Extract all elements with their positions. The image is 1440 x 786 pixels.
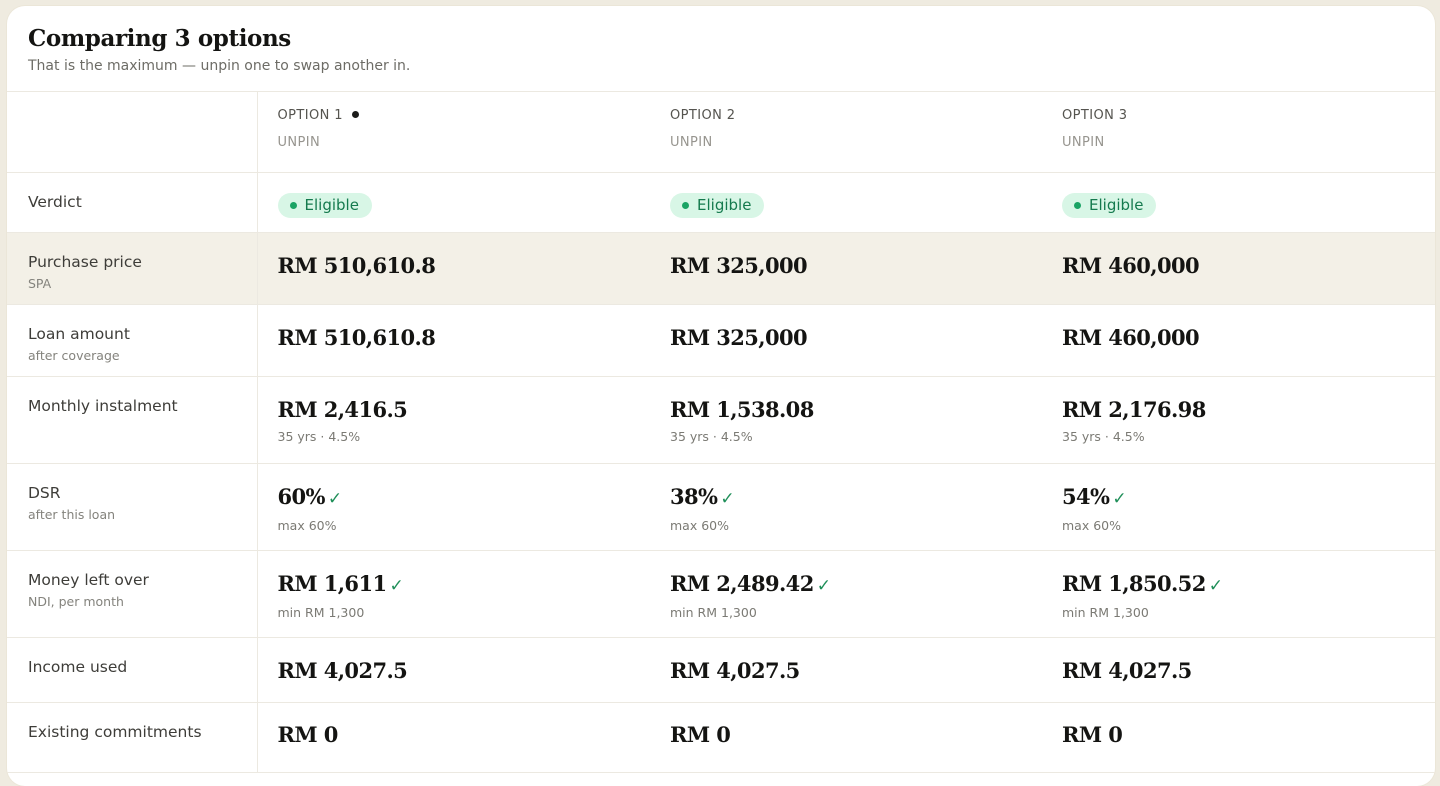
- verdict-label: Verdict: [28, 192, 82, 211]
- option-1-name: OPTION 1: [277, 108, 343, 123]
- existing-commitments-value: RM 0: [1062, 721, 1123, 747]
- ndi-minimum-note: min RM 1,300: [670, 604, 757, 620]
- monthly-instalment-row: Monthly instalment RM 2,416.5 35 yrs · 4…: [7, 376, 1435, 464]
- status-badge-label: Eligible: [697, 196, 752, 214]
- loan-amount-value: RM 325,000: [670, 324, 808, 350]
- check-icon: ✓: [1208, 575, 1223, 596]
- status-badge-label: Eligible: [304, 196, 359, 214]
- income-used-value: RM 4,027.5: [1062, 657, 1192, 683]
- ndi-minimum-note: min RM 1,300: [277, 604, 365, 620]
- check-icon: ✓: [389, 575, 404, 596]
- loan-amount-value: RM 460,000: [1062, 324, 1200, 350]
- existing-commitments-label: Existing commitments: [28, 722, 202, 741]
- money-left-value: RM 1,850.52: [1062, 570, 1206, 596]
- option-3-name: OPTION 3: [1062, 108, 1128, 123]
- loan-amount-label: Loan amount: [28, 324, 130, 343]
- loan-terms-note: 35 yrs · 4.5%: [670, 428, 753, 444]
- option-1-unpin-button[interactable]: UNPIN: [278, 135, 321, 150]
- loan-terms-note: 35 yrs · 4.5%: [277, 428, 361, 444]
- purchase-price-value: RM 460,000: [1062, 252, 1200, 278]
- dsr-value: 38%: [670, 483, 718, 509]
- dsr-value: 54%: [1062, 483, 1110, 509]
- loan-amount-value: RM 510,610.8: [277, 324, 436, 350]
- money-left-label: Money left over: [28, 570, 149, 589]
- dsr-sublabel: after this loan: [28, 506, 116, 522]
- status-badge-label: Eligible: [1089, 196, 1144, 214]
- monthly-instalment-label: Monthly instalment: [28, 396, 178, 415]
- existing-commitments-value: RM 0: [277, 721, 339, 747]
- dsr-limit-note: max 60%: [670, 517, 729, 533]
- money-left-row: Money left over NDI, per month RM 1,611 ✓…: [7, 550, 1435, 638]
- verdict-row: Verdict Eligible Eligible Eligible: [7, 172, 1435, 233]
- status-badge: Eligible: [1062, 192, 1157, 218]
- money-left-value: RM 2,489.42: [670, 570, 814, 596]
- income-used-row: Income used RM 4,027.5 RM 4,027.5 RM 4,0…: [7, 637, 1435, 703]
- status-badge: Eligible: [670, 192, 765, 218]
- page-subtitle: That is the maximum — unpin one to swap …: [28, 58, 411, 74]
- option-3-header: OPTION 3 UNPIN: [1042, 92, 1435, 173]
- comparison-card: Comparing 3 options That is the maximum …: [7, 6, 1435, 786]
- status-dot-icon: [1074, 201, 1081, 209]
- purchase-price-value: RM 510,610.8: [277, 252, 436, 278]
- corner-cell: [7, 92, 258, 173]
- dsr-limit-note: max 60%: [1062, 517, 1121, 533]
- loan-amount-row: Loan amount after coverage RM 510,610.8 …: [7, 304, 1435, 377]
- comparison-header: Comparing 3 options That is the maximum …: [7, 6, 1435, 92]
- status-dot-icon: [289, 201, 297, 209]
- income-used-value: RM 4,027.5: [277, 657, 408, 683]
- page-title: Comparing 3 options: [28, 25, 291, 52]
- check-icon: ✓: [1112, 488, 1127, 509]
- option-1-header: OPTION 1 UNPIN: [257, 92, 650, 173]
- option-2-name: OPTION 2: [670, 108, 736, 123]
- income-used-label: Income used: [28, 657, 128, 676]
- money-left-value: RM 1,611: [277, 570, 388, 596]
- purchase-price-row: Purchase price SPA RM 510,610.8 RM 325,0…: [7, 232, 1435, 305]
- monthly-instalment-value: RM 2,416.5: [277, 396, 408, 422]
- option-2-header: OPTION 2 UNPIN: [650, 92, 1042, 173]
- check-icon: ✓: [327, 488, 343, 509]
- existing-commitments-value: RM 0: [670, 721, 731, 747]
- options-header-row: OPTION 1 UNPIN OPTION 2 UNPIN OPTION 3 U…: [7, 92, 1435, 173]
- dsr-label: DSR: [28, 483, 61, 502]
- check-icon: ✓: [720, 488, 735, 509]
- loan-terms-note: 35 yrs · 4.5%: [1062, 428, 1145, 444]
- existing-commitments-row: Existing commitments RM 0 RM 0 RM 0: [7, 702, 1435, 773]
- status-dot-icon: [682, 201, 689, 209]
- check-icon: ✓: [816, 575, 831, 596]
- option-2-unpin-button[interactable]: UNPIN: [670, 135, 713, 150]
- purchase-price-value: RM 325,000: [670, 252, 808, 278]
- option-3-unpin-button[interactable]: UNPIN: [1062, 135, 1105, 150]
- purchase-price-sublabel: SPA: [28, 275, 52, 291]
- ndi-minimum-note: min RM 1,300: [1062, 604, 1149, 620]
- dsr-row: DSR after this loan 60% ✓ max 60% 38% ✓ ma…: [7, 463, 1435, 551]
- income-used-value: RM 4,027.5: [670, 657, 800, 683]
- comparison-table: OPTION 1 UNPIN OPTION 2 UNPIN OPTION 3 U…: [7, 92, 1435, 773]
- monthly-instalment-value: RM 1,538.08: [670, 396, 814, 422]
- dsr-value: 60%: [277, 483, 326, 509]
- dsr-limit-note: max 60%: [277, 517, 337, 533]
- purchase-price-label: Purchase price: [28, 252, 142, 271]
- status-badge: Eligible: [277, 192, 372, 218]
- loan-amount-sublabel: after coverage: [28, 347, 120, 363]
- monthly-instalment-value: RM 2,176.98: [1062, 396, 1206, 422]
- money-left-sublabel: NDI, per month: [28, 593, 124, 609]
- selected-dot-icon: [351, 111, 359, 118]
